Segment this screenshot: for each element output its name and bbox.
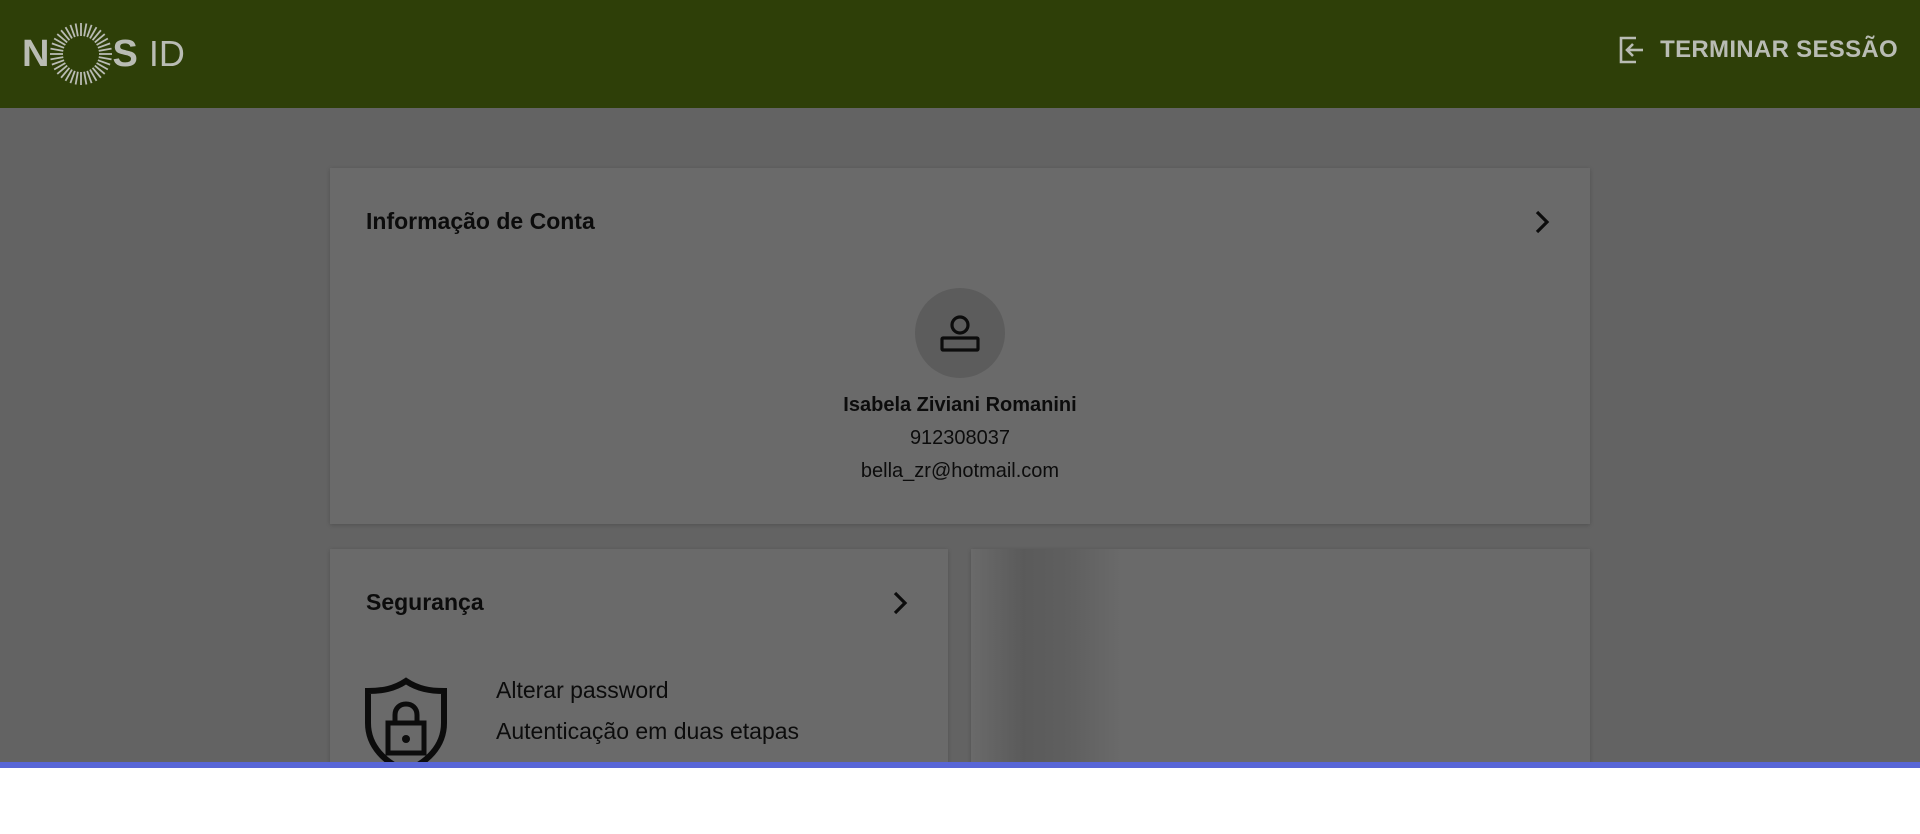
top-header: N S ID TERMINAR SESSÃO xyxy=(0,0,1920,108)
account-email: bella_zr@hotmail.com xyxy=(860,460,1060,482)
logo-letter-s: S xyxy=(112,33,139,75)
bottom-panel xyxy=(0,768,1920,834)
account-card-title: Informação de Conta xyxy=(366,208,595,234)
sun-ray xyxy=(83,23,88,37)
user-icon xyxy=(940,315,980,352)
change-password-link[interactable]: Alterar password xyxy=(496,677,669,704)
sun-ray xyxy=(99,56,113,61)
two-step-auth-link[interactable]: Autenticação em duas etapas xyxy=(496,718,799,745)
security-card[interactable]: Segurança Alterar password Autenticação … xyxy=(330,549,948,762)
sun-ray xyxy=(50,56,64,61)
account-info-card[interactable]: Informação de Conta Isabela Ziviani Roma… xyxy=(330,168,1590,524)
nos-id-logo[interactable]: N S ID xyxy=(22,23,185,85)
sun-ray xyxy=(75,71,80,85)
logout-button[interactable]: TERMINAR SESSÃO xyxy=(1616,34,1898,66)
sun-ray xyxy=(99,47,113,52)
loading-shimmer xyxy=(971,549,1121,762)
avatar xyxy=(915,288,1005,378)
sun-ray xyxy=(83,71,88,85)
account-name: Isabela Ziviani Romanini xyxy=(843,394,1077,416)
chevron-right-icon[interactable] xyxy=(888,589,912,617)
loading-placeholder-card xyxy=(971,549,1590,762)
logo-id-text: ID xyxy=(148,33,185,74)
logout-label: TERMINAR SESSÃO xyxy=(1660,36,1898,63)
sun-ray xyxy=(75,23,80,37)
security-card-title: Segurança xyxy=(366,589,484,615)
account-phone: 912308037 xyxy=(909,427,1011,449)
nos-sun-logo-icon xyxy=(50,23,113,85)
logout-icon xyxy=(1619,36,1644,64)
logo-letter-n: N xyxy=(22,33,51,75)
sun-ray xyxy=(50,47,64,52)
shield-lock-icon xyxy=(365,677,447,762)
main-content-overlay: Informação de Conta Isabela Ziviani Roma… xyxy=(0,108,1920,762)
chevron-right-icon[interactable] xyxy=(1530,208,1554,236)
